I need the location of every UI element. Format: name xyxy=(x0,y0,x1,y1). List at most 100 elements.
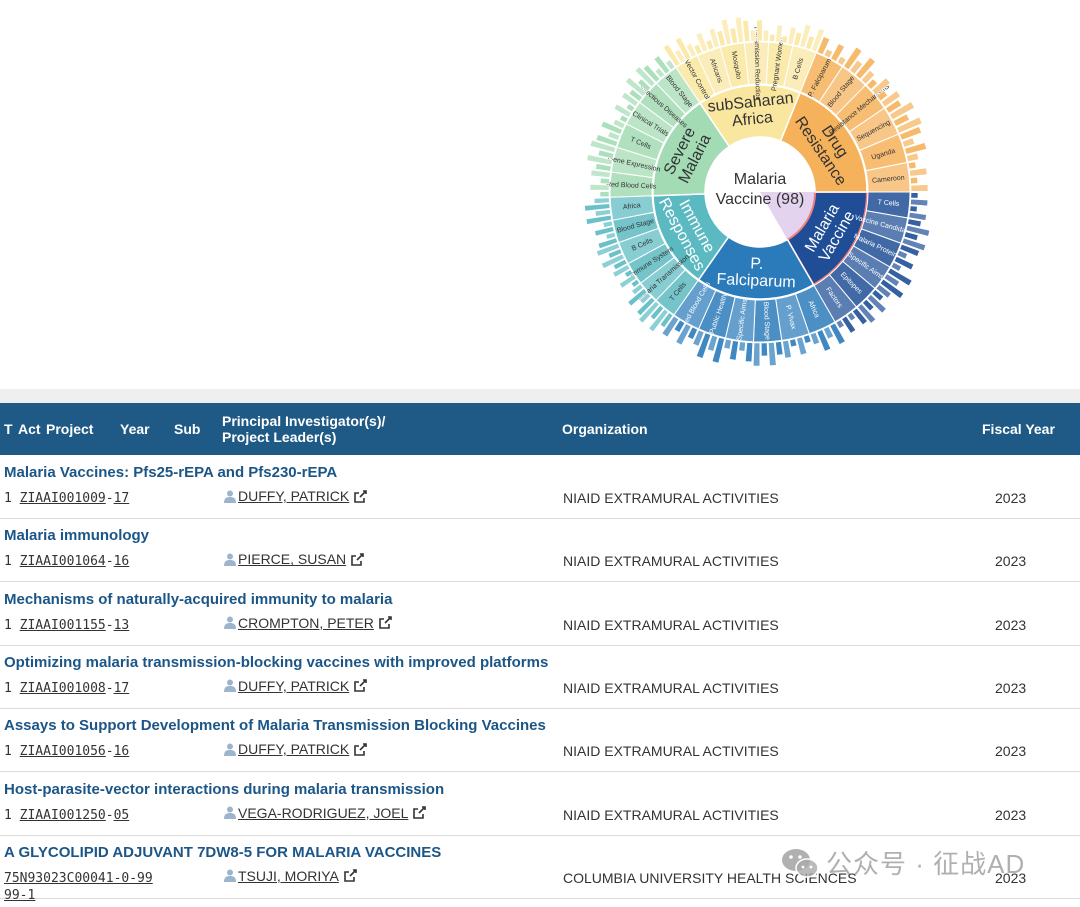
sunburst-leaf[interactable] xyxy=(781,35,789,44)
sunburst-leaf[interactable] xyxy=(789,338,798,348)
project-suffix-link[interactable]: 99-1 xyxy=(4,888,35,903)
col-header-sub[interactable]: Sub xyxy=(174,403,200,455)
project-number-link[interactable]: ZIAAI001250 xyxy=(20,808,106,823)
col-header-year[interactable]: Year xyxy=(120,403,150,455)
wechat-icon xyxy=(782,848,819,878)
results-table-header: T Act Project Year Sub Principal Investi… xyxy=(0,403,1080,455)
project-number: 1 ZIAAI001009-17 xyxy=(4,491,130,506)
sunburst-leaf[interactable] xyxy=(599,177,610,185)
sunburst-leaf[interactable] xyxy=(760,342,768,357)
sunburst-leaf[interactable] xyxy=(602,220,614,228)
sunburst-leaf[interactable] xyxy=(590,169,611,178)
pi-name-link[interactable]: DUFFY, PATRICK xyxy=(238,741,349,757)
external-link-icon[interactable] xyxy=(379,616,392,629)
project-number: 1 ZIAAI001008-17 xyxy=(4,680,130,696)
col-header-type[interactable]: T xyxy=(4,403,13,455)
activity-type: 1 xyxy=(4,554,12,570)
project-number: 1 ZIAAI001056-16 xyxy=(4,744,130,760)
sunburst-leaf[interactable] xyxy=(723,338,732,350)
topic-sunburst-chart[interactable]: Malaria Vaccine P. Falciparum Immune Response… xyxy=(560,0,960,382)
external-link-icon[interactable] xyxy=(354,489,368,503)
project-number-link[interactable]: ZIAAI001155 xyxy=(20,618,106,633)
pi-name-link[interactable]: TSUJI, MORIYA xyxy=(238,868,339,884)
principal-investigator[interactable]: CROMPTON, PETER xyxy=(224,615,392,631)
pi-name-link[interactable]: PIERCE, SUSAN xyxy=(238,551,346,567)
sunburst-leaf[interactable] xyxy=(599,191,610,198)
project-number-link[interactable]: ZIAAI001064 xyxy=(20,554,106,569)
project-number-link[interactable]: ZIAAI001008 xyxy=(20,681,106,696)
sunburst-leaf[interactable] xyxy=(910,176,919,185)
external-link-icon[interactable] xyxy=(351,552,364,566)
sunburst-leaf[interactable] xyxy=(593,197,610,204)
project-suffix-link[interactable]: 05 xyxy=(114,808,130,823)
sunburst-leaf[interactable] xyxy=(906,152,920,162)
fiscal-year: 2023 xyxy=(995,490,1027,506)
pi-name-link[interactable]: VEGA-RODRIGUEZ, JOEL xyxy=(238,805,408,821)
sunburst-leaf[interactable] xyxy=(594,209,611,217)
project-number-link[interactable]: ZIAAI001056 xyxy=(20,744,106,759)
col-header-act[interactable]: Act xyxy=(18,403,41,455)
pi-name-link[interactable]: CROMPTON, PETER xyxy=(238,615,374,631)
project-title-link[interactable]: Assays to Support Development of Malaria… xyxy=(4,717,546,734)
principal-investigator[interactable]: DUFFY, PATRICK xyxy=(224,488,368,504)
sunburst-leaf[interactable] xyxy=(909,205,918,213)
col-header-project[interactable]: Project xyxy=(46,403,93,455)
fiscal-year: 2023 xyxy=(995,616,1027,633)
col-header-principal-investigator[interactable]: Principal Investigator(s)/ Project Leade… xyxy=(222,403,385,455)
project-number: 75N93023C00041-0-99 99-1 xyxy=(4,870,153,904)
sunburst-leaf[interactable] xyxy=(910,192,919,199)
table-row: Host-parasite-vector interactions during… xyxy=(0,772,1080,836)
external-link-icon[interactable] xyxy=(413,806,427,819)
sunburst-svg[interactable]: MalariaVaccineP.FalciparumImmuneResponse… xyxy=(560,0,960,382)
sunburst-leaf[interactable] xyxy=(756,19,763,42)
sunburst-leaf[interactable] xyxy=(752,342,761,367)
sunburst-leaf[interactable] xyxy=(762,29,770,42)
project-suffix-link[interactable]: 13 xyxy=(114,618,130,633)
sunburst-leaf[interactable] xyxy=(909,167,928,177)
project-number: 1 ZIAAI001064-16 xyxy=(4,554,130,570)
sunburst-leaf[interactable] xyxy=(745,342,754,363)
principal-investigator[interactable]: VEGA-RODRIGUEZ, JOEL xyxy=(224,805,427,821)
sunburst-leaf[interactable] xyxy=(768,342,777,367)
project-suffix-link[interactable]: 16 xyxy=(114,554,130,569)
external-link-icon[interactable] xyxy=(344,869,357,883)
project-title-link[interactable]: Optimizing malaria transmission-blocking… xyxy=(4,654,548,671)
sunburst-leaf[interactable] xyxy=(589,183,610,191)
project-title-link[interactable]: Malaria Vaccines: Pfs25-rEPA and Pfs230-… xyxy=(4,464,337,481)
col-header-organization[interactable]: Organization xyxy=(562,403,648,455)
project-title-link[interactable]: Malaria immunology xyxy=(4,527,149,544)
sunburst-leaf[interactable] xyxy=(910,198,929,207)
external-link-icon[interactable] xyxy=(354,742,368,756)
sunburst-leaf[interactable] xyxy=(775,341,784,356)
sunburst-leaf[interactable] xyxy=(738,341,746,352)
principal-investigator[interactable]: PIERCE, SUSAN xyxy=(224,551,364,567)
project-number-link[interactable]: 75N93023C00041-0-99 xyxy=(4,871,153,886)
project-suffix-link[interactable]: 16 xyxy=(114,744,130,759)
sunburst-leaf[interactable] xyxy=(910,184,929,192)
watermark: 公众号 · 征战AD xyxy=(780,844,1025,881)
fiscal-year: 2023 xyxy=(995,743,1027,760)
table-row: Malaria immunology 1 ZIAAI001064-16 PIER… xyxy=(0,518,1080,583)
principal-investigator[interactable]: DUFFY, PATRICK xyxy=(224,741,368,757)
pi-name-link[interactable]: DUFFY, PATRICK xyxy=(238,678,349,694)
sunburst-leaf[interactable] xyxy=(749,29,757,42)
project-number-link[interactable]: ZIAAI001009 xyxy=(20,491,106,506)
col-header-fiscal-year[interactable]: Fiscal Year xyxy=(982,403,1055,455)
person-icon xyxy=(224,743,236,756)
principal-investigator[interactable]: DUFFY, PATRICK xyxy=(224,678,368,694)
sunburst-leaf[interactable] xyxy=(907,161,917,170)
section-divider xyxy=(0,389,1080,403)
table-row: Malaria Vaccines: Pfs25-rEPA and Pfs230-… xyxy=(0,455,1080,519)
sunburst-leaf[interactable] xyxy=(769,33,776,43)
project-suffix-link[interactable]: 17 xyxy=(114,491,130,506)
project-title-link[interactable]: A GLYCOLIPID ADJUVANT 7DW8-5 FOR MALARIA… xyxy=(4,844,441,861)
project-suffix-link[interactable]: 17 xyxy=(114,681,130,696)
external-link-icon[interactable] xyxy=(354,679,368,693)
project-title-link[interactable]: Host-parasite-vector interactions during… xyxy=(4,781,444,798)
sunburst-leaf[interactable] xyxy=(742,20,751,43)
pi-name-link[interactable]: DUFFY, PATRICK xyxy=(238,488,349,504)
principal-investigator[interactable]: TSUJI, MORIYA xyxy=(224,868,357,884)
organization: NIAID EXTRAMURAL ACTIVITIES xyxy=(563,616,779,633)
sunburst-leaf[interactable] xyxy=(803,334,812,344)
project-title-link[interactable]: Mechanisms of naturally-acquired immunit… xyxy=(4,591,392,608)
